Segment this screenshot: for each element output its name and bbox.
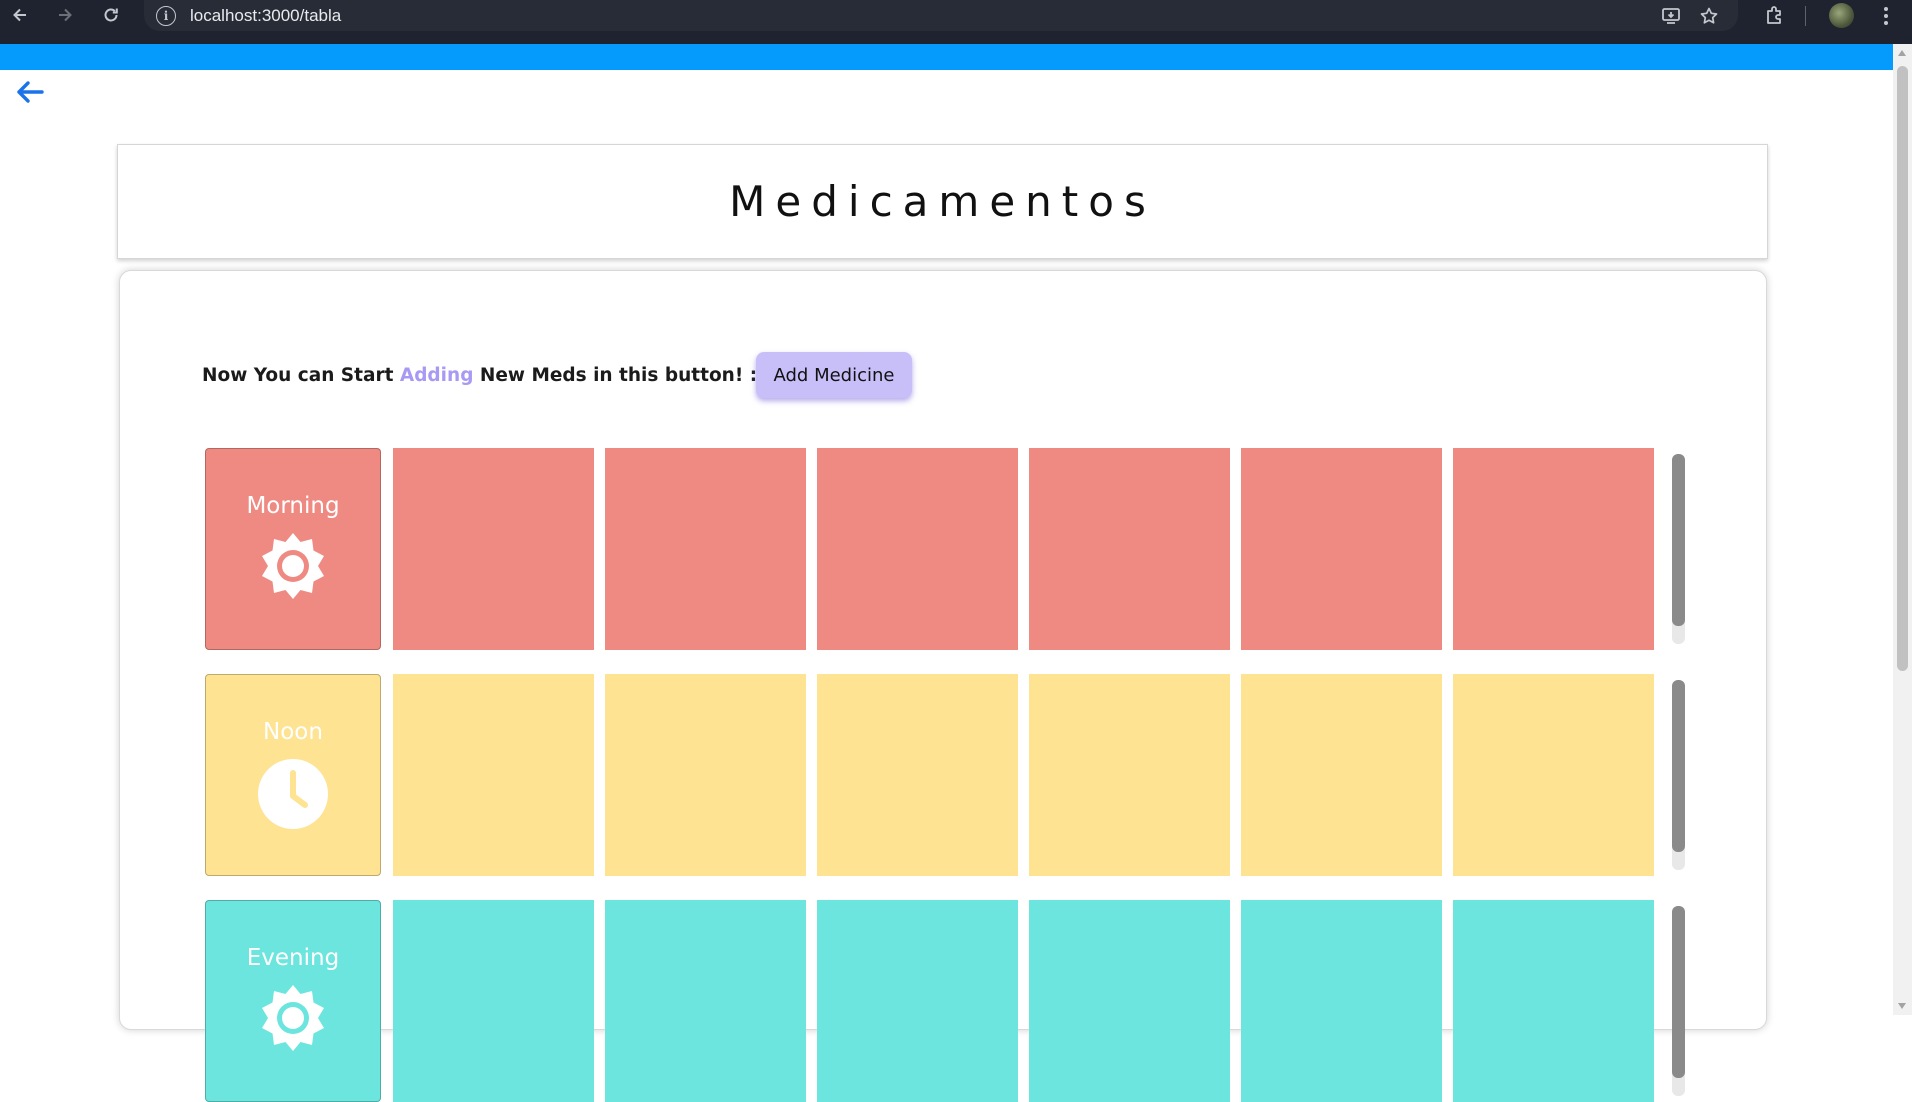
day-cell[interactable] [817,674,1018,876]
time-label-text: Noon [263,719,323,745]
day-cell[interactable] [1453,674,1654,876]
time-label-noon: Noon [205,674,381,876]
toolbar-divider [1805,6,1806,26]
day-cell[interactable] [1453,448,1654,650]
day-cell[interactable] [1241,674,1442,876]
sun-icon [262,985,324,1051]
clock-icon [258,759,328,829]
bookmark-star-icon[interactable] [1698,5,1720,27]
sun-icon [262,533,324,599]
time-label-text: Evening [246,945,340,971]
time-label-evening: Evening [205,900,381,1102]
extensions-icon[interactable] [1762,2,1788,28]
time-label-text: Morning [246,493,340,519]
browser-back-icon[interactable] [4,0,36,30]
browser-reload-icon[interactable] [95,0,127,30]
day-cell[interactable] [605,448,806,650]
profile-avatar[interactable] [1829,3,1854,28]
page-title-card: Medicamentos [117,144,1768,259]
day-cell[interactable] [1453,900,1654,1102]
install-app-icon[interactable] [1660,5,1682,27]
row-scrollbar-thumb[interactable] [1672,906,1685,1078]
site-info-icon[interactable]: i [156,5,176,26]
row-scrollbar[interactable] [1672,680,1685,870]
day-cell[interactable] [393,900,594,1102]
back-arrow-icon[interactable] [14,80,46,104]
add-medicine-prompt: Now You can Start Adding New Meds in thi… [202,352,757,398]
prompt-prefix: Now You can Start [202,364,400,386]
row-scrollbar[interactable] [1672,906,1685,1096]
schedule-row-noon: Noon [205,674,1685,876]
prompt-text: Now You can Start Adding New Meds in thi… [202,365,757,386]
page-scrollbar[interactable] [1893,44,1912,1015]
prompt-highlight: Adding [399,364,474,386]
browser-toolbar: i localhost:3000/tabla [0,0,1912,44]
time-label-morning: Morning [205,448,381,650]
day-cell[interactable] [1029,900,1230,1102]
browser-menu-icon[interactable] [1876,3,1896,29]
address-url[interactable]: localhost:3000/tabla [190,6,341,26]
day-cell[interactable] [605,900,806,1102]
prompt-suffix: New Meds in this button! : [473,364,758,386]
page-scrollbar-thumb[interactable] [1897,66,1908,671]
day-cell[interactable] [1029,674,1230,876]
day-cell[interactable] [393,674,594,876]
row-scrollbar-thumb[interactable] [1672,454,1685,626]
browser-forward-icon[interactable] [49,0,81,30]
schedule-row-morning: Morning [205,448,1685,650]
add-medicine-button[interactable]: Add Medicine [756,352,912,398]
app-header-bar [0,44,1893,70]
schedule-row-evening: Evening [205,900,1685,1102]
day-cell[interactable] [393,448,594,650]
day-cell[interactable] [817,900,1018,1102]
row-scrollbar-thumb[interactable] [1672,680,1685,852]
row-scrollbar[interactable] [1672,454,1685,644]
day-cell[interactable] [605,674,806,876]
day-cell[interactable] [1241,900,1442,1102]
day-cell[interactable] [1241,448,1442,650]
address-bar[interactable]: i localhost:3000/tabla [144,0,1738,31]
day-cell[interactable] [817,448,1018,650]
day-cell[interactable] [1029,448,1230,650]
page-title: Medicamentos [729,177,1156,226]
